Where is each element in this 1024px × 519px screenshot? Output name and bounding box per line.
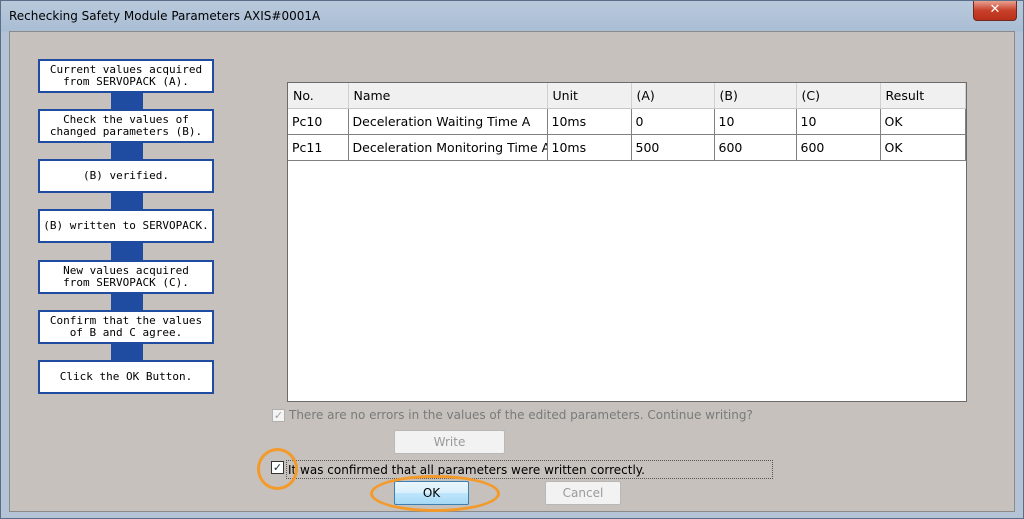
cancel-button[interactable]: Cancel: [545, 481, 621, 505]
cell-a: 500: [631, 134, 715, 161]
highlight-ring-checkbox: [257, 448, 298, 490]
flow-step-confirm-agree: Confirm that the values of B and C agree…: [38, 310, 214, 344]
column-header-b[interactable]: (B): [714, 83, 797, 109]
column-header-a[interactable]: (A): [631, 83, 715, 109]
no-errors-checkbox[interactable]: ✓: [272, 409, 285, 422]
cell-c: 600: [796, 134, 881, 161]
flow-step-click-ok: Click the OK Button.: [38, 360, 214, 394]
table-row[interactable]: Pc11 Deceleration Monitoring Time A 10ms…: [288, 134, 966, 161]
cell-b: 10: [714, 108, 797, 135]
cell-c: 10: [796, 108, 881, 135]
close-icon: ✕: [989, 2, 1001, 17]
column-header-unit[interactable]: Unit: [547, 83, 632, 109]
parameter-table[interactable]: No. Name Unit (A) (B) (C) Result Pc10 De…: [287, 82, 967, 402]
column-header-no[interactable]: No.: [288, 83, 349, 109]
cell-no: Pc11: [288, 134, 349, 161]
table-row[interactable]: Pc10 Deceleration Waiting Time A 10ms 0 …: [288, 108, 966, 135]
column-header-c[interactable]: (C): [796, 83, 881, 109]
write-button[interactable]: Write: [394, 430, 505, 454]
no-errors-label: There are no errors in the values of the…: [289, 408, 753, 422]
close-button[interactable]: ✕: [973, 1, 1017, 21]
cell-result: OK: [880, 134, 966, 161]
cell-unit: 10ms: [547, 134, 632, 161]
flow-step-acquire-new: New values acquired from SERVOPACK (C).: [38, 260, 214, 294]
column-header-name[interactable]: Name: [348, 83, 548, 109]
highlight-ring-ok: [370, 475, 500, 512]
window-title: Rechecking Safety Module Parameters AXIS…: [9, 9, 321, 23]
flow-step-written: (B) written to SERVOPACK.: [38, 209, 214, 243]
flow-step-acquire-current: Current values acquired from SERVOPACK (…: [38, 59, 214, 93]
cell-name: Deceleration Waiting Time A: [348, 108, 548, 135]
table-header-row: No. Name Unit (A) (B) (C) Result: [288, 83, 966, 109]
cell-unit: 10ms: [547, 108, 632, 135]
checkmark-icon: ✓: [273, 409, 284, 422]
cell-b: 600: [714, 134, 797, 161]
flow-step-check-changed: Check the values of changed parameters (…: [38, 109, 214, 143]
column-header-result[interactable]: Result: [880, 83, 966, 109]
cell-name: Deceleration Monitoring Time A: [348, 134, 548, 161]
cell-a: 0: [631, 108, 715, 135]
cell-result: OK: [880, 108, 966, 135]
confirm-written-label: It was confirmed that all parameters wer…: [288, 463, 645, 477]
cell-no: Pc10: [288, 108, 349, 135]
title-bar[interactable]: Rechecking Safety Module Parameters AXIS…: [1, 1, 1023, 31]
flow-step-verified: (B) verified.: [38, 159, 214, 193]
